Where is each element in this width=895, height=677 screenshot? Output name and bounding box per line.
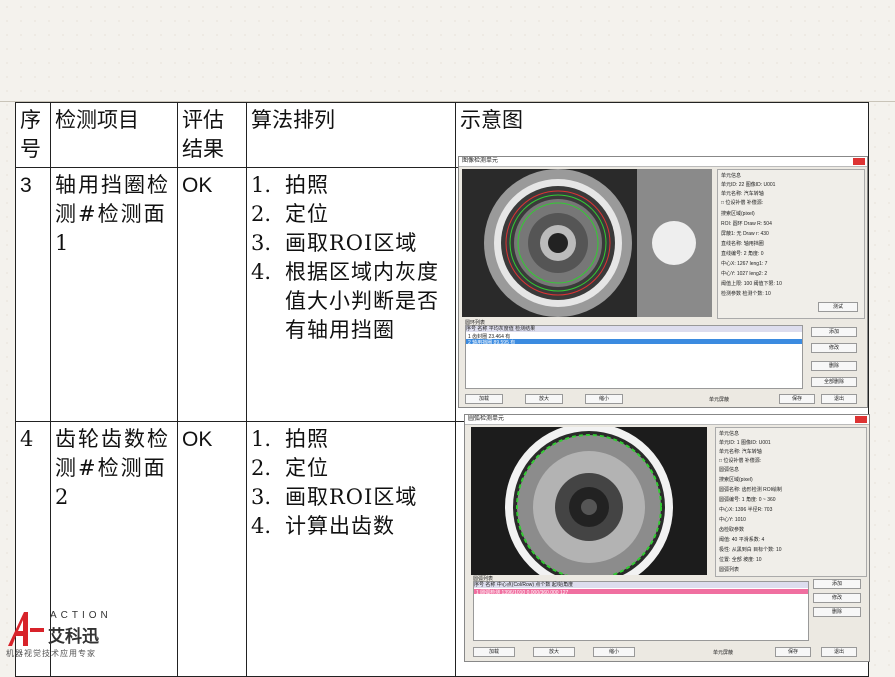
exit-button[interactable]: 退出 [821,394,857,404]
list-header: 序号 名称 中心点(Col/Row) 点个数 起/始角度 [474,582,808,588]
gear-window-screenshot: 圆弧检测单元 单元信息 单元ID: 1 图像ID: U001 单元名称: 汽车转… [464,414,870,662]
unit-mask-checkbox[interactable]: 单元屏蔽 [713,649,733,656]
step-item: 3. 画取ROI区域 [251,485,418,509]
zoom-in-button[interactable]: 放大 [525,394,563,404]
logo-en: ACTION [50,610,112,621]
row-item: 轴用挡圈检测#检测面1 [50,167,178,422]
row-result: OK [177,167,247,422]
zoom-out-button[interactable]: 缩小 [593,647,635,657]
step-item: 2. 定位 [251,456,329,480]
list-item-selected[interactable]: 1 圆弧检测 1396/1010 0.000/360.000 127 [474,589,808,596]
row-steps: 1. 拍照 2. 定位 3. 画取ROI区域 4. 根据区域内灰度值大小判断是否有轴用挡… [246,167,456,422]
logo-mark-icon [8,612,44,646]
row-steps: 1. 拍照 2. 定位 3. 画取ROI区域 4. 计算出齿数 [246,421,456,677]
camera-image [462,169,712,317]
zoom-out-button[interactable]: 缩小 [585,394,623,404]
header-result: 评估结果 [177,102,247,168]
result-list: 序号 名称 中心点(Col/Row) 点个数 起/始角度 1 圆弧检测 1396… [473,581,809,641]
list-item-selected[interactable]: 2 轴用挡圈 89.595 有 [466,339,802,346]
logo-cn: 艾科迅 [48,627,99,647]
step-item: 2. 定位 [251,202,329,226]
add-button[interactable]: 添加 [813,579,861,589]
row-result: OK [177,421,247,677]
company-logo: ACTION 艾科迅 机器视觉技术应用专家 [6,608,131,668]
unit-mask-checkbox[interactable]: 单元屏蔽 [709,396,729,403]
close-icon [855,416,867,423]
delete-all-button[interactable]: 全部删除 [811,377,857,387]
header-algorithm: 算法排列 [246,102,456,168]
delete-button[interactable]: 删除 [813,607,861,617]
modify-button[interactable]: 修改 [813,593,861,603]
unit-info-panel: 单元信息 单元ID: 22 图像ID: U001 单元名称: 汽车转轴 □ 位设… [717,169,865,319]
header-item: 检测项目 [50,102,178,168]
modify-button[interactable]: 修改 [811,343,857,353]
save-button[interactable]: 保存 [775,647,811,657]
window-titlebar: 图像检测单元 [459,157,867,167]
window-titlebar: 圆弧检测单元 [465,415,869,425]
inspection-window-screenshot: 图像检测单元 单元信息 单元ID: 22 图像ID: U001 单元名称: 汽车… [458,156,868,408]
row-seq: 3 [15,167,51,422]
step-item: 1. 拍照 [251,427,329,451]
add-button[interactable]: 添加 [811,327,857,337]
header-seq: 序号 [15,102,51,168]
step-item: 3. 画取ROI区域 [251,231,418,255]
test-button[interactable]: 测试 [818,302,858,312]
exit-button[interactable]: 退出 [821,647,857,657]
logo-tagline: 机器视觉技术应用专家 [6,649,96,658]
zoom-in-button[interactable]: 放大 [533,647,575,657]
unit-info-panel: 单元信息 单元ID: 1 图像ID: U001 单元名称: 汽车转轴 □ 位设补… [715,427,867,577]
camera-image [471,427,707,575]
result-list: 序号 名称 平均灰度值 检测结果 1 齿封圈 23.464 有 2 轴用挡圈 8… [465,325,803,389]
step-item: 1. 拍照 [251,173,329,197]
close-icon [853,158,865,165]
load-button[interactable]: 加载 [465,394,503,404]
delete-button[interactable]: 删除 [811,361,857,371]
step-item: 4. 计算出齿数 [251,514,395,538]
step-item: 4. 根据区域内灰度值大小判断是否有轴用挡圈 [251,260,439,342]
save-button[interactable]: 保存 [779,394,815,404]
list-header: 序号 名称 平均灰度值 检测结果 [466,326,802,332]
load-button[interactable]: 加载 [473,647,515,657]
